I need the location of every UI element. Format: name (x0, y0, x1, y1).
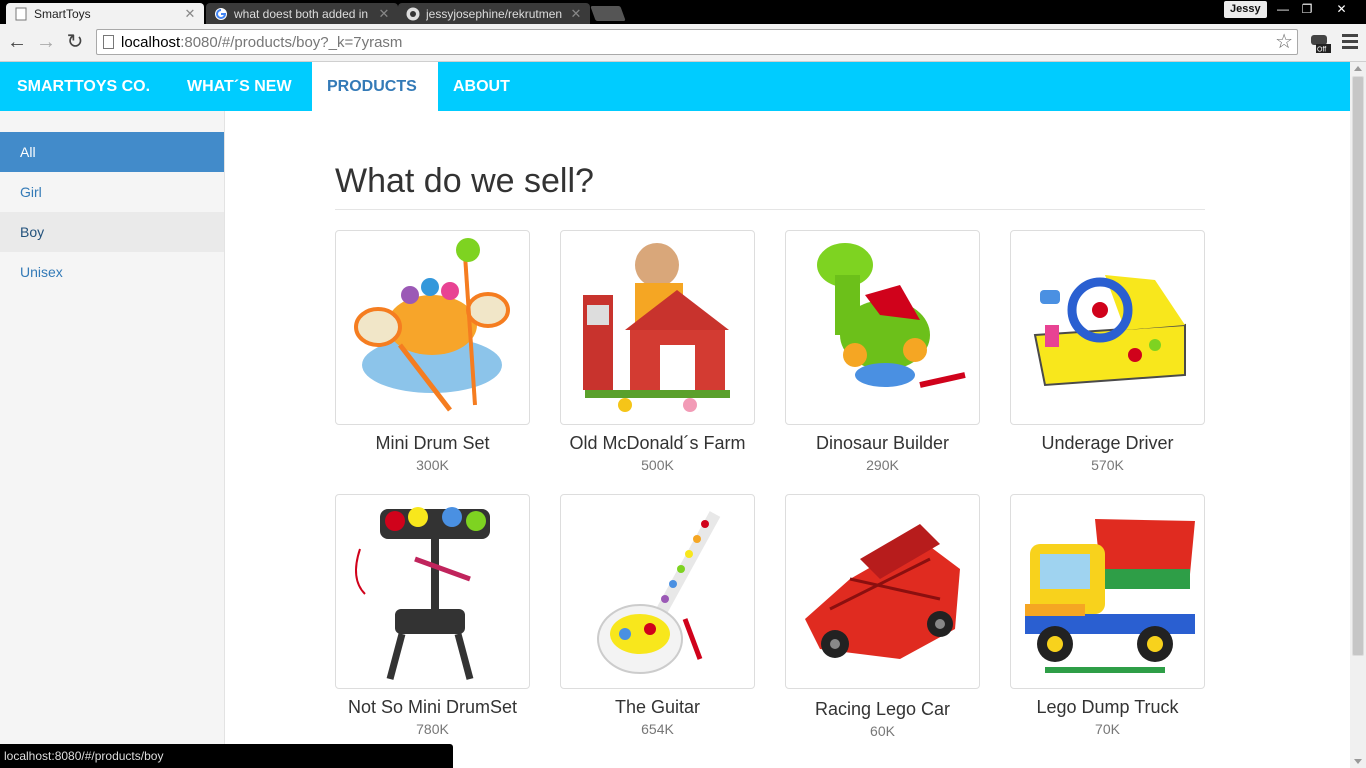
nav-products[interactable]: PRODUCTS (312, 62, 438, 111)
sidebar-item-boy[interactable]: Boy (0, 212, 224, 252)
product-card[interactable]: Underage Driver 570K (1010, 230, 1205, 473)
nav-about[interactable]: ABOUT (438, 62, 525, 111)
tab-title: what doest both added in (234, 6, 369, 21)
scroll-down-icon[interactable] (1354, 759, 1362, 764)
product-card[interactable]: Racing Lego Car 60K (785, 494, 980, 739)
reload-icon[interactable]: ↻ (63, 30, 87, 54)
page-icon (15, 7, 27, 20)
product-price: 60K (870, 723, 895, 739)
brand-link[interactable]: SMARTTOYS CO. (2, 62, 165, 111)
driver-toy-image (1033, 275, 1186, 387)
product-name[interactable]: Not So Mini DrumSet (335, 697, 530, 718)
product-thumbnail[interactable] (335, 230, 530, 425)
product-card[interactable]: The Guitar 654K (560, 494, 755, 737)
drum-set-image (354, 238, 510, 412)
guitar-image (597, 510, 723, 674)
extension-icon[interactable]: Off (1308, 31, 1332, 55)
product-card[interactable]: Mini Drum Set 300K (335, 230, 530, 473)
product-thumbnail[interactable] (560, 230, 755, 425)
chrome-menu-icon[interactable] (1342, 34, 1358, 50)
top-navbar: SMARTTOYS CO. WHAT´S NEW PRODUCTS ABOUT (0, 62, 1350, 111)
product-name[interactable]: Underage Driver (1010, 433, 1205, 454)
product-card[interactable]: Lego Dump Truck 70K (1010, 494, 1205, 737)
close-icon[interactable]: ✕ (184, 6, 196, 22)
url-text[interactable]: localhost:8080/#/products/boy?_k=7yrasm (121, 34, 402, 51)
product-price: 570K (1091, 457, 1124, 473)
sidebar-item-all[interactable]: All (0, 132, 224, 172)
product-thumbnail[interactable] (785, 494, 980, 689)
product-name[interactable]: The Guitar (560, 697, 755, 718)
product-name[interactable]: Mini Drum Set (335, 433, 530, 454)
window-close-icon[interactable]: ✕ (1318, 0, 1365, 18)
forward-icon[interactable]: → (34, 30, 58, 54)
tab-google-search[interactable]: what doest both added in ✕ (206, 3, 398, 24)
lego-car-image (805, 524, 960, 659)
product-thumbnail[interactable] (785, 230, 980, 425)
product-name[interactable]: Racing Lego Car (785, 699, 980, 720)
address-bar[interactable]: localhost:8080/#/products/boy?_k=7yrasm … (96, 29, 1298, 55)
product-thumbnail[interactable] (1010, 230, 1205, 425)
page-scrollbar[interactable] (1350, 62, 1366, 768)
back-icon[interactable]: ← (5, 30, 29, 54)
dump-truck-image (1025, 519, 1195, 673)
github-icon (406, 7, 420, 20)
product-thumbnail[interactable] (560, 494, 755, 689)
divider (335, 209, 1205, 210)
google-icon (215, 7, 227, 20)
close-icon[interactable]: ✕ (378, 6, 390, 22)
page-info-icon[interactable] (103, 35, 114, 49)
tab-title: jessyjosephine/rekrutmen (426, 6, 563, 21)
tab-strip: SmartToys ✕ what doest both added in ✕ j… (0, 0, 1366, 24)
minimize-icon[interactable]: — (1270, 0, 1296, 18)
page-viewport: SMARTTOYS CO. WHAT´S NEW PRODUCTS ABOUT … (0, 62, 1350, 768)
scrollbar-thumb[interactable] (1352, 76, 1364, 656)
restore-icon[interactable]: ❐ (1294, 0, 1320, 18)
product-price: 290K (866, 457, 899, 473)
product-price: 780K (416, 721, 449, 737)
close-icon[interactable]: ✕ (570, 6, 582, 22)
status-bubble: localhost:8080/#/products/boy (0, 744, 453, 768)
electronic-drum-image (355, 507, 490, 680)
scroll-up-icon[interactable] (1354, 66, 1362, 71)
product-card[interactable]: Old McDonald´s Farm 500K (560, 230, 755, 473)
profile-button[interactable]: Jessy (1224, 1, 1267, 18)
product-thumbnail[interactable] (335, 494, 530, 689)
new-tab-button[interactable] (590, 6, 626, 21)
farm-image (583, 243, 730, 412)
tab-title: SmartToys (34, 6, 91, 21)
bookmark-star-icon[interactable]: ☆ (1275, 30, 1293, 54)
page-title: What do we sell? (335, 162, 594, 200)
product-card[interactable]: Dinosaur Builder 290K (785, 230, 980, 473)
product-card[interactable]: Not So Mini DrumSet 780K (335, 494, 530, 737)
svg-text:Off: Off (1317, 47, 1326, 54)
sidebar-item-unisex[interactable]: Unisex (0, 252, 224, 292)
sidebar-item-girl[interactable]: Girl (0, 172, 224, 212)
dinosaur-image (817, 243, 966, 388)
product-name[interactable]: Dinosaur Builder (785, 433, 980, 454)
product-price: 70K (1095, 721, 1120, 737)
product-name[interactable]: Old McDonald´s Farm (560, 433, 755, 454)
tab-github[interactable]: jessyjosephine/rekrutmen ✕ (398, 3, 590, 24)
product-price: 500K (641, 457, 674, 473)
category-sidebar: All Girl Boy Unisex (0, 111, 225, 768)
nav-whats-new[interactable]: WHAT´S NEW (172, 62, 307, 111)
product-thumbnail[interactable] (1010, 494, 1205, 689)
product-name[interactable]: Lego Dump Truck (1010, 697, 1205, 718)
browser-toolbar: ← → ↻ localhost:8080/#/products/boy?_k=7… (0, 24, 1366, 62)
tab-smarttoys[interactable]: SmartToys ✕ (6, 3, 204, 24)
product-price: 300K (416, 457, 449, 473)
product-price: 654K (641, 721, 674, 737)
